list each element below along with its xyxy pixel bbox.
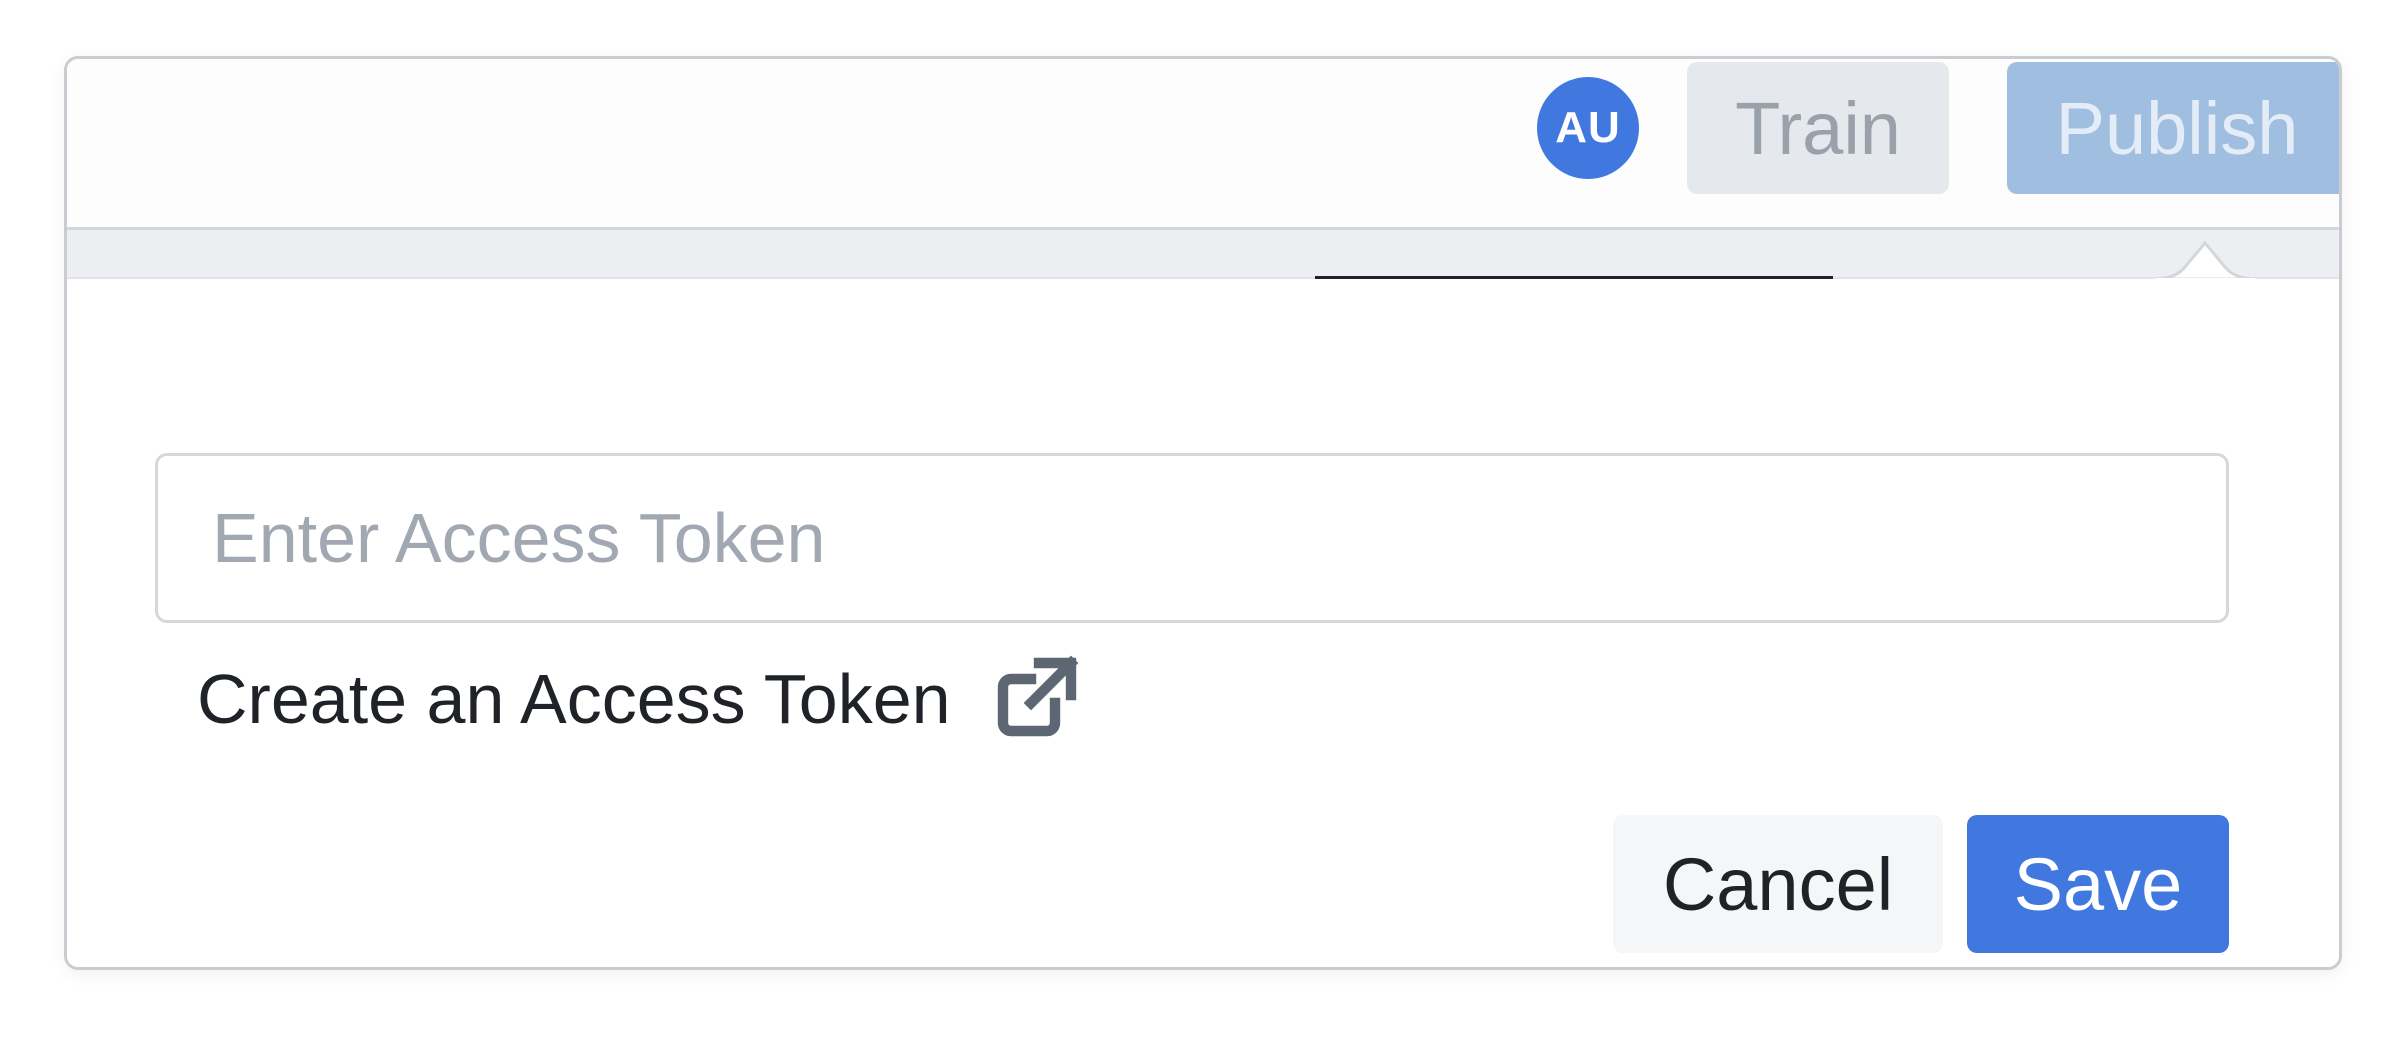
create-access-token-link[interactable]: Create an Access Token [197,651,1083,747]
create-access-token-label: Create an Access Token [197,660,951,738]
save-button[interactable]: Save [1967,815,2229,953]
train-button[interactable]: Train [1687,62,1949,194]
cancel-button[interactable]: Cancel [1613,815,1943,953]
tab-strip [67,227,2339,280]
top-toolbar: AU Train Publish [67,59,2339,227]
external-link-icon [997,655,1078,737]
popover-caret [2155,240,2255,281]
publish-button[interactable]: Publish [2007,62,2339,194]
popover-body: Create an Access Token Cancel Save [67,279,2339,967]
access-token-popover-frame: AU Train Publish Create an Access Token … [64,56,2342,970]
user-avatar[interactable]: AU [1537,77,1639,179]
access-token-input[interactable] [155,453,2229,623]
